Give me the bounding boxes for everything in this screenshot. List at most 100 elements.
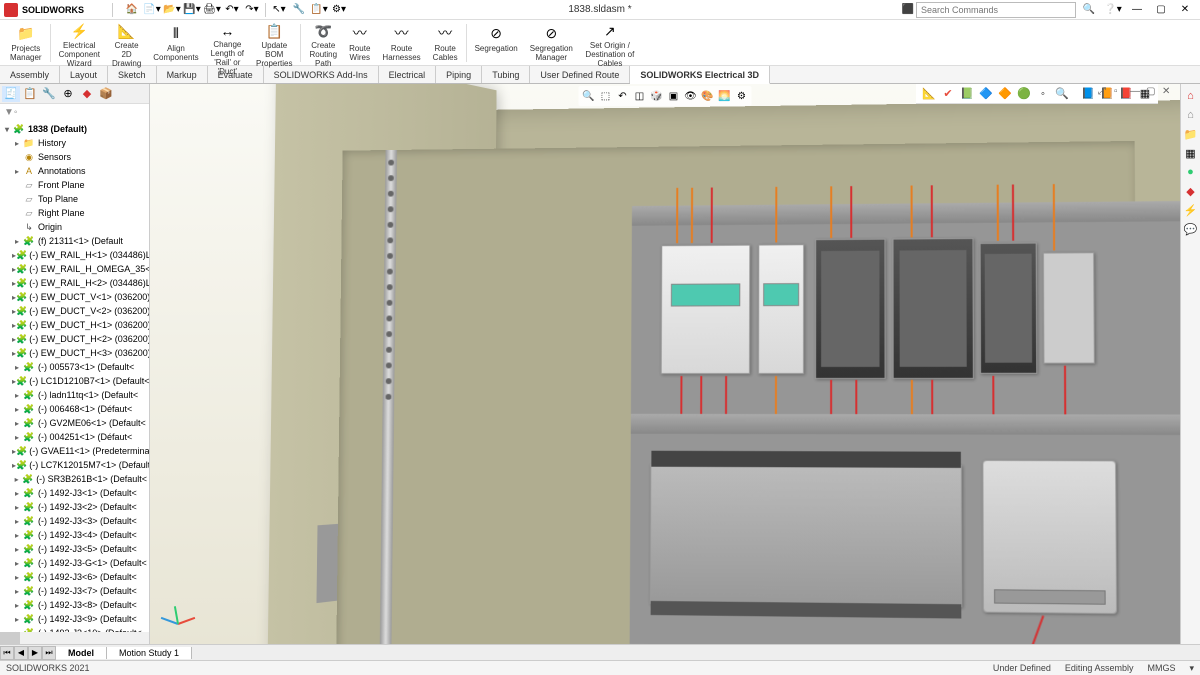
ribbon-button[interactable]: 〰RouteHarnesses bbox=[376, 22, 426, 64]
apply-scene-button[interactable]: 🌅 bbox=[717, 88, 733, 104]
tree-item[interactable]: ▸🧩(f) 21311<1> (Default bbox=[0, 234, 149, 248]
plc-module[interactable] bbox=[650, 464, 963, 608]
ribbon-button[interactable]: 〰RouteCables bbox=[427, 22, 464, 64]
command-tab[interactable]: User Defined Route bbox=[530, 66, 630, 83]
tree-item[interactable]: ▸🧩(-) EW_DUCT_H<1> (036200)Legr bbox=[0, 318, 149, 332]
tree-item[interactable]: ▸🧩(-) 004251<1> (Défaut< bbox=[0, 430, 149, 444]
ribbon-button[interactable]: ⫴AlignComponents bbox=[147, 22, 204, 64]
undo-button[interactable]: ↶▾ bbox=[223, 2, 241, 18]
tree-item[interactable]: ▱Top Plane bbox=[0, 192, 149, 206]
options-button[interactable]: 📋▾ bbox=[310, 2, 328, 18]
power-supply[interactable] bbox=[982, 460, 1117, 614]
vp-expand[interactable]: ⤢ bbox=[1098, 86, 1112, 100]
task-appearances[interactable]: ● bbox=[1183, 164, 1199, 180]
tree-scroll[interactable] bbox=[0, 632, 149, 644]
ribbon-button[interactable]: ↔ChangeLength of'Rail' or'Duct' bbox=[205, 22, 250, 64]
tree-item[interactable]: ▸🧩(-) EW_DUCT_H<2> (036200)Legr bbox=[0, 332, 149, 346]
expand-icon[interactable]: ▸ bbox=[12, 237, 22, 246]
open-button[interactable]: 📂▾ bbox=[163, 2, 181, 18]
tree-item[interactable]: ▸🧩(-) 1492-J3-G<1> (Default< bbox=[0, 556, 149, 570]
units-label[interactable]: MMGS bbox=[1147, 663, 1175, 673]
expand-icon[interactable]: ▸ bbox=[12, 405, 22, 414]
tree-item[interactable]: ▸🧩(-) 1492-J3<7> (Default< bbox=[0, 584, 149, 598]
bottom-tab[interactable]: Model bbox=[56, 647, 107, 659]
expand-icon[interactable]: ▸ bbox=[12, 363, 22, 372]
ribbon-button[interactable]: 〰RouteWires bbox=[343, 22, 376, 64]
din-rail[interactable] bbox=[631, 414, 1180, 435]
status-menu[interactable]: ▾ bbox=[1189, 663, 1194, 674]
din-rail[interactable] bbox=[632, 200, 1180, 226]
st-btn[interactable]: 📐 bbox=[920, 86, 938, 102]
tree-item[interactable]: ▸🧩(-) 1492-J3<1> (Default< bbox=[0, 486, 149, 500]
tab-next[interactable]: ▶ bbox=[28, 646, 42, 660]
ribbon-button[interactable]: ⊘Segregation bbox=[469, 22, 524, 64]
prev-view-button[interactable]: ↶ bbox=[615, 88, 631, 104]
contactor[interactable] bbox=[815, 239, 886, 379]
save-button[interactable]: 💾▾ bbox=[183, 2, 201, 18]
expand-icon[interactable]: ▸ bbox=[12, 601, 22, 610]
expand-icon[interactable]: ▸ bbox=[12, 545, 22, 554]
hide-show-button[interactable]: 👁 bbox=[683, 88, 699, 104]
tree-item[interactable]: ▸🧩(-) EW_DUCT_V<2> (036200)Legr bbox=[0, 304, 149, 318]
vp-view[interactable]: ▫ bbox=[1114, 86, 1128, 100]
circuit-breaker[interactable] bbox=[661, 245, 751, 374]
tree-tab-feature[interactable]: 🧾 bbox=[2, 86, 20, 102]
st-btn[interactable]: ◦ bbox=[1034, 86, 1052, 102]
tree-item[interactable]: ▸🧩(-) 1492-J3<2> (Default< bbox=[0, 500, 149, 514]
st-btn[interactable]: 📘 bbox=[1079, 86, 1097, 102]
search-commands-input[interactable] bbox=[916, 2, 1076, 18]
expand-icon[interactable]: ▸ bbox=[12, 167, 22, 176]
st-btn[interactable]: ✔ bbox=[939, 86, 957, 102]
tree-item[interactable]: ↳Origin bbox=[0, 220, 149, 234]
tree-tab-property[interactable]: 📋 bbox=[21, 86, 39, 102]
expand-icon[interactable]: ▸ bbox=[12, 475, 21, 484]
command-tab[interactable]: Markup bbox=[157, 66, 208, 83]
ribbon-button[interactable]: ↗Set Origin /Destination of Cables bbox=[579, 22, 641, 64]
expand-icon[interactable]: ▾ bbox=[2, 125, 12, 134]
tree-item[interactable]: ▸🧩(-) 005573<1> (Default< bbox=[0, 360, 149, 374]
section-view-button[interactable]: ◫ bbox=[632, 88, 648, 104]
command-tab[interactable]: Electrical bbox=[379, 66, 437, 83]
st-btn[interactable]: 🔶 bbox=[996, 86, 1014, 102]
circuit-breaker[interactable] bbox=[758, 244, 804, 374]
tree-filter[interactable]: ▼◦ bbox=[0, 104, 149, 120]
command-tab[interactable]: Sketch bbox=[108, 66, 157, 83]
mounting-rail[interactable] bbox=[380, 150, 397, 644]
enclosure-model[interactable] bbox=[298, 100, 1180, 644]
tree-tab-config[interactable]: 🔧 bbox=[40, 86, 58, 102]
tree-item[interactable]: ▸🧩(-) GV2ME06<1> (Default< bbox=[0, 416, 149, 430]
ribbon-button[interactable]: ⊘SegregationManager bbox=[524, 22, 579, 64]
command-tab[interactable]: SOLIDWORKS Add-Ins bbox=[264, 66, 379, 83]
tab-first[interactable]: ⏮ bbox=[0, 646, 14, 660]
zoom-fit-button[interactable]: 🔍 bbox=[581, 88, 597, 104]
command-tab[interactable]: Tubing bbox=[482, 66, 530, 83]
expand-icon[interactable]: ▸ bbox=[12, 517, 22, 526]
tree-item[interactable]: ◉Sensors bbox=[0, 150, 149, 164]
maximize-button[interactable]: ▢ bbox=[1150, 2, 1172, 18]
view-triad[interactable] bbox=[162, 594, 192, 624]
rebuild-button[interactable]: 🔧 bbox=[290, 2, 308, 18]
expand-icon[interactable]: ▸ bbox=[12, 587, 22, 596]
tree-item[interactable]: ▸🧩(-) ladn11tq<1> (Default< bbox=[0, 388, 149, 402]
expand-icon[interactable]: ▸ bbox=[12, 433, 22, 442]
task-custom-props[interactable]: ◆ bbox=[1183, 183, 1199, 199]
viewport[interactable]: 📐 ✔ 📗 🔷 🔶 🟢 ◦ 🔍 📘 📙 📕 ▦ 🔍 ⬚ ↶ ◫ 🎲 ▣ 👁 🎨 … bbox=[150, 84, 1180, 644]
tree-item[interactable]: ▸🧩(-) 1492-J3<9> (Default< bbox=[0, 612, 149, 626]
tree-content[interactable]: ▾🧩1838 (Default)▸📁History◉Sensors▸AAnnot… bbox=[0, 120, 149, 632]
expand-icon[interactable]: ▸ bbox=[12, 573, 22, 582]
vp-max[interactable]: ▢ bbox=[1146, 86, 1160, 100]
expand-icon[interactable]: ▸ bbox=[12, 419, 22, 428]
expand-icon[interactable]: ▸ bbox=[12, 503, 22, 512]
task-solidworks-resources[interactable]: ⌂ bbox=[1183, 88, 1199, 104]
minimize-button[interactable]: — bbox=[1126, 2, 1148, 18]
edit-appear-button[interactable]: 🎨 bbox=[700, 88, 716, 104]
expand-icon[interactable]: ▸ bbox=[12, 139, 22, 148]
tree-item[interactable]: ▸🧩(-) GVAE11<1> (Predeterminado bbox=[0, 444, 149, 458]
tree-item[interactable]: ▸🧩(-) SR3B261B<1> (Default< bbox=[0, 472, 149, 486]
contactor[interactable] bbox=[980, 243, 1038, 374]
relay[interactable] bbox=[1043, 252, 1095, 363]
close-button[interactable]: ✕ bbox=[1174, 2, 1196, 18]
expand-icon[interactable]: ▸ bbox=[12, 615, 22, 624]
tree-item[interactable]: ▸🧩(-) 006468<1> (Défaut< bbox=[0, 402, 149, 416]
tree-item[interactable]: ▸🧩(-) EW_RAIL_H<1> (034486)Legra bbox=[0, 248, 149, 262]
